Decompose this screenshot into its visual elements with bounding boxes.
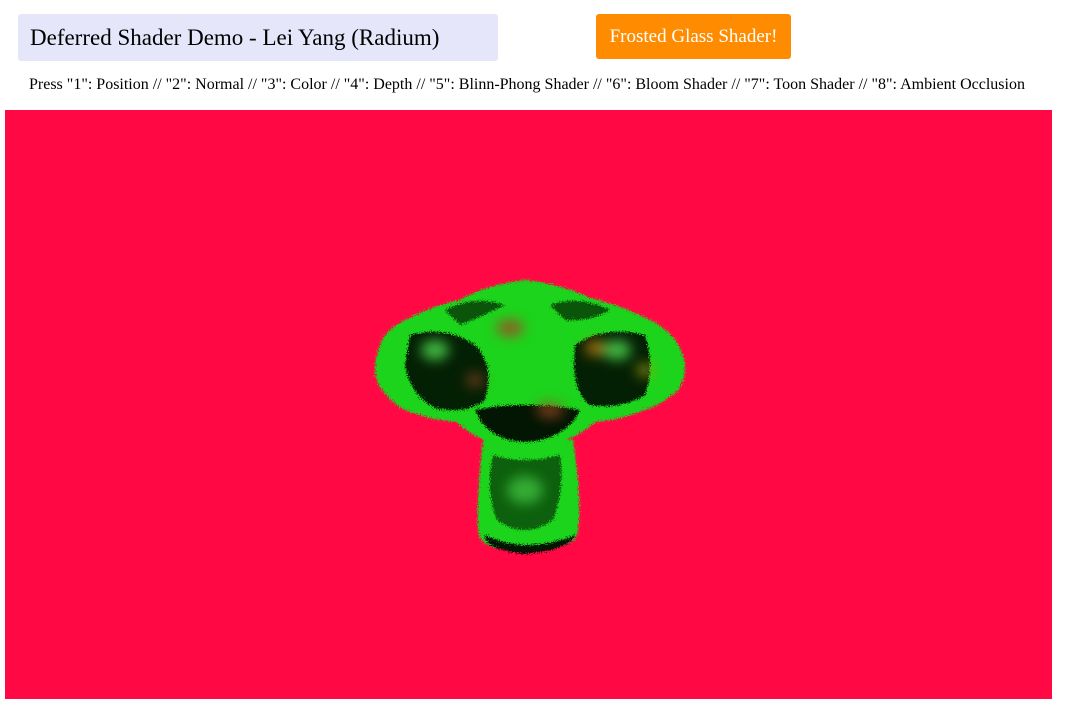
render-canvas[interactable] xyxy=(5,110,1052,699)
page-title: Deferred Shader Demo - Lei Yang (Radium) xyxy=(18,14,498,61)
page-title-text: Deferred Shader Demo - Lei Yang (Radium) xyxy=(30,25,440,50)
frosted-glass-shader-button[interactable]: Frosted Glass Shader! xyxy=(596,14,791,59)
keyboard-instructions: Press "1": Position // "2": Normal // "3… xyxy=(29,76,1025,93)
page: Deferred Shader Demo - Lei Yang (Radium)… xyxy=(0,0,1085,719)
render-canvas-svg xyxy=(5,110,1052,699)
